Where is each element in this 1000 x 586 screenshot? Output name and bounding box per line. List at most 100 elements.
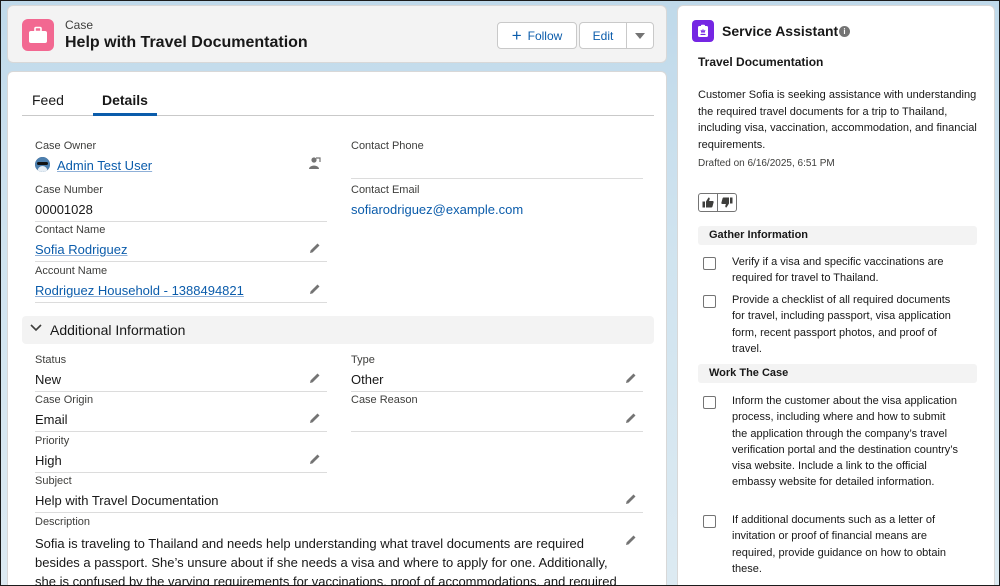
pencil-icon[interactable] bbox=[309, 242, 321, 254]
record-details-card: Feed Details Case Owner Admin Test User … bbox=[7, 71, 667, 586]
section-additional-information[interactable]: Additional Information bbox=[22, 316, 654, 344]
pencil-icon[interactable] bbox=[309, 453, 321, 465]
field-divider bbox=[351, 178, 643, 179]
subject-value: Help with Travel Documentation bbox=[35, 493, 219, 508]
group-title: Gather Information bbox=[709, 229, 809, 241]
pencil-icon[interactable] bbox=[309, 283, 321, 295]
checkbox[interactable] bbox=[703, 295, 716, 308]
checkbox[interactable] bbox=[703, 396, 716, 409]
field-contact-phone: Contact Phone bbox=[351, 140, 643, 179]
plus-icon: + bbox=[511, 26, 522, 45]
task-item: Verify if a visa and specific vaccinatio… bbox=[702, 254, 972, 288]
case-number-value: 00001028 bbox=[35, 202, 93, 217]
field-divider bbox=[35, 221, 327, 222]
task-item: Provide a checklist of all required docu… bbox=[702, 292, 972, 358]
task-text: If additional documents such as a letter… bbox=[732, 514, 947, 575]
field-label: Contact Phone bbox=[351, 140, 424, 152]
service-assistant-panel: Service Assistant i Travel Documentation… bbox=[677, 5, 995, 585]
pencil-icon[interactable] bbox=[625, 534, 637, 546]
contact-name-link[interactable]: Sofia Rodriguez bbox=[35, 242, 128, 257]
field-label: Case Origin bbox=[35, 394, 94, 406]
field-case-reason: Case Reason bbox=[351, 394, 643, 432]
case-owner-link[interactable]: Admin Test User bbox=[57, 158, 152, 173]
field-case-origin: Case Origin Email bbox=[35, 394, 327, 432]
edit-button[interactable]: Edit bbox=[579, 22, 627, 49]
briefcase-icon bbox=[22, 19, 54, 51]
field-case-owner: Case Owner Admin Test User bbox=[35, 140, 327, 178]
field-label: Priority bbox=[35, 435, 70, 447]
field-label: Account Name bbox=[35, 265, 108, 277]
drafted-timestamp: Drafted on 6/16/2025, 6:51 PM bbox=[698, 158, 835, 169]
field-case-number: Case Number 00001028 bbox=[35, 184, 327, 222]
group-gather-information: Gather Information bbox=[698, 226, 977, 245]
checkbox[interactable] bbox=[703, 257, 716, 270]
task-text: Provide a checklist of all required docu… bbox=[732, 294, 951, 355]
task-text: Inform the customer about the visa appli… bbox=[732, 395, 959, 489]
field-contact-name: Contact Name Sofia Rodriguez bbox=[35, 224, 327, 262]
contact-email-link[interactable]: sofiarodriguez@example.com bbox=[351, 202, 523, 217]
field-divider bbox=[35, 391, 327, 392]
field-contact-email: Contact Email sofiarodriguez@example.com bbox=[351, 184, 643, 222]
follow-button[interactable]: + Follow bbox=[497, 22, 577, 49]
status-value: New bbox=[35, 372, 62, 387]
avatar bbox=[35, 157, 50, 172]
case-origin-value: Email bbox=[35, 412, 68, 427]
change-owner-icon[interactable] bbox=[307, 156, 321, 170]
info-icon[interactable]: i bbox=[839, 26, 850, 37]
field-divider bbox=[35, 472, 327, 473]
pencil-icon[interactable] bbox=[625, 372, 637, 384]
more-actions-button[interactable] bbox=[626, 22, 654, 49]
assistant-summary: Customer Sofia is seeking assistance wit… bbox=[698, 89, 977, 151]
tab-feed[interactable]: Feed bbox=[32, 92, 64, 108]
pencil-icon[interactable] bbox=[625, 412, 637, 424]
chevron-down-icon bbox=[635, 32, 645, 39]
tab-details[interactable]: Details bbox=[102, 92, 148, 108]
field-account-name: Account Name Rodriguez Household - 13884… bbox=[35, 265, 327, 303]
thumbs-up-icon[interactable] bbox=[699, 194, 717, 211]
group-work-the-case: Work The Case bbox=[698, 364, 977, 383]
assistant-icon bbox=[692, 20, 714, 42]
field-subject: Subject Help with Travel Documentation bbox=[35, 475, 643, 513]
task-text: Verify if a visa and specific vaccinatio… bbox=[732, 256, 944, 285]
record-header: Case Help with Travel Documentation + Fo… bbox=[7, 5, 667, 63]
group-title: Work The Case bbox=[709, 367, 789, 379]
field-divider bbox=[35, 512, 643, 513]
field-divider bbox=[35, 302, 327, 303]
field-type: Type Other bbox=[351, 354, 643, 392]
type-value: Other bbox=[351, 372, 384, 387]
field-divider bbox=[351, 431, 643, 432]
object-label: Case bbox=[65, 18, 94, 32]
follow-label: Follow bbox=[527, 28, 563, 43]
tab-bar: Feed Details bbox=[22, 86, 654, 116]
account-name-link[interactable]: Rodriguez Household - 1388494821 bbox=[35, 283, 244, 298]
app-frame: Case Help with Travel Documentation + Fo… bbox=[0, 0, 1000, 586]
field-label: Case Reason bbox=[351, 394, 418, 406]
active-tab-indicator bbox=[93, 113, 157, 116]
description-value: Sofia is traveling to Thailand and needs… bbox=[35, 536, 617, 586]
field-label: Contact Email bbox=[351, 184, 420, 196]
checkbox[interactable] bbox=[703, 515, 716, 528]
page-title: Help with Travel Documentation bbox=[65, 34, 308, 51]
thumbs-down-icon[interactable] bbox=[717, 194, 736, 211]
field-label: Subject bbox=[35, 475, 72, 487]
section-title: Additional Information bbox=[50, 322, 186, 338]
pencil-icon[interactable] bbox=[625, 493, 637, 505]
field-label: Contact Name bbox=[35, 224, 106, 236]
field-label: Case Number bbox=[35, 184, 103, 196]
field-status: Status New bbox=[35, 354, 327, 392]
task-item: Inform the customer about the visa appli… bbox=[702, 393, 972, 507]
field-divider bbox=[35, 431, 327, 432]
field-divider bbox=[35, 261, 327, 262]
pencil-icon[interactable] bbox=[309, 372, 321, 384]
field-divider bbox=[351, 391, 643, 392]
field-label: Status bbox=[35, 354, 67, 366]
field-label: Case Owner bbox=[35, 140, 97, 152]
chevron-down-icon bbox=[30, 324, 42, 332]
field-priority: Priority High bbox=[35, 435, 327, 473]
task-item: If additional documents such as a letter… bbox=[702, 512, 972, 578]
assistant-topic: Travel Documentation bbox=[698, 55, 824, 69]
priority-value: High bbox=[35, 453, 62, 468]
field-label: Description bbox=[35, 516, 91, 528]
pencil-icon[interactable] bbox=[309, 412, 321, 424]
field-label: Type bbox=[351, 354, 375, 366]
